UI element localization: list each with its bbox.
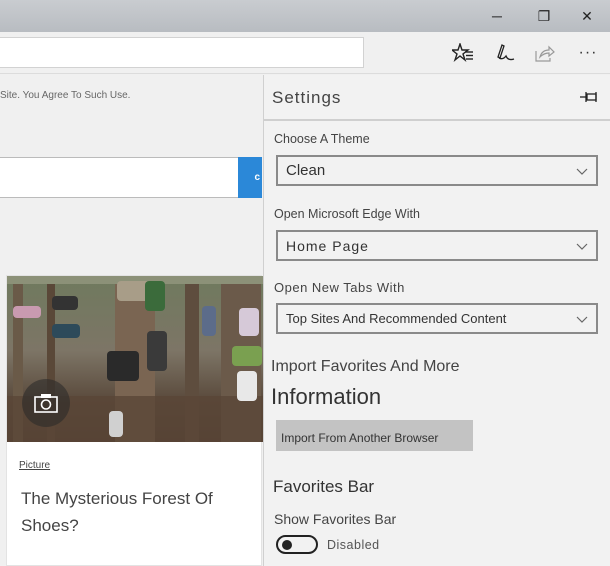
open-with-label: Open Microsoft Edge With — [274, 207, 420, 221]
theme-select[interactable]: Clean — [276, 155, 598, 186]
open-with-select[interactable]: Home Page — [276, 230, 598, 261]
search-input[interactable] — [0, 157, 238, 198]
toggle-knob — [282, 540, 292, 550]
import-section-subtitle: Information — [271, 384, 382, 409]
camera-badge — [22, 379, 70, 427]
chevron-down-icon — [576, 316, 588, 323]
hub-button[interactable] — [450, 40, 476, 66]
new-tabs-select-value: Top Sites And Recommended Content — [286, 311, 507, 326]
pin-icon — [580, 92, 597, 102]
settings-panel: Settings Choose A Theme Clean Open Micro… — [263, 75, 610, 566]
new-tabs-select[interactable]: Top Sites And Recommended Content — [276, 303, 598, 334]
open-with-select-value: Home Page — [286, 237, 369, 254]
pin-button[interactable] — [579, 89, 599, 105]
import-section-title: Import Favorites And More — [271, 358, 460, 375]
card-category-link[interactable]: Picture — [19, 460, 50, 471]
restore-button[interactable]: ❐ — [521, 0, 567, 32]
close-button[interactable]: ✕ — [564, 0, 610, 32]
title-bar: ─ ❐ ✕ — [0, 0, 610, 32]
import-button-label: Import From Another Browser — [281, 430, 439, 445]
favorites-bar-title: Favorites Bar — [273, 477, 375, 496]
minimize-icon: ─ — [492, 8, 502, 24]
favorites-bar-toggle-state: Disabled — [327, 538, 380, 552]
chevron-down-icon — [576, 243, 588, 250]
web-note-button[interactable] — [492, 40, 518, 66]
import-from-browser-button[interactable]: Import From Another Browser — [276, 420, 473, 451]
new-tabs-label: Open New Tabs With — [274, 280, 405, 295]
article-image[interactable] — [7, 276, 263, 442]
minimize-button[interactable]: ─ — [474, 0, 520, 32]
web-page-content: Site. You Agree To Such Use. c Picture T… — [0, 75, 263, 566]
more-icon: ··· — [578, 44, 598, 61]
theme-select-value: Clean — [286, 162, 326, 179]
card-title[interactable]: The Mysterious Forest Of Shoes? — [21, 485, 251, 539]
settings-title: Settings — [272, 88, 342, 107]
theme-label: Choose A Theme — [274, 132, 370, 146]
settings-header: Settings — [264, 75, 610, 121]
browser-toolbar: ··· — [0, 32, 610, 74]
search-button-label: c — [254, 172, 260, 183]
cookie-notice: Site. You Agree To Such Use. — [0, 90, 131, 101]
favorites-bar-toggle[interactable] — [276, 535, 318, 554]
hub-favorites-icon — [452, 43, 473, 63]
search-button[interactable]: c — [238, 157, 262, 198]
article-card[interactable]: Picture The Mysterious Forest Of Shoes? — [6, 275, 263, 566]
show-favorites-bar-label: Show Favorites Bar — [274, 511, 397, 527]
address-bar[interactable] — [0, 37, 364, 68]
web-note-icon — [497, 44, 515, 61]
close-icon: ✕ — [581, 7, 593, 24]
camera-icon — [34, 394, 58, 413]
chevron-down-icon — [576, 168, 588, 175]
more-button[interactable]: ··· — [575, 40, 601, 66]
share-button[interactable] — [532, 40, 558, 66]
restore-icon: ❐ — [537, 7, 551, 24]
share-icon — [535, 45, 555, 62]
